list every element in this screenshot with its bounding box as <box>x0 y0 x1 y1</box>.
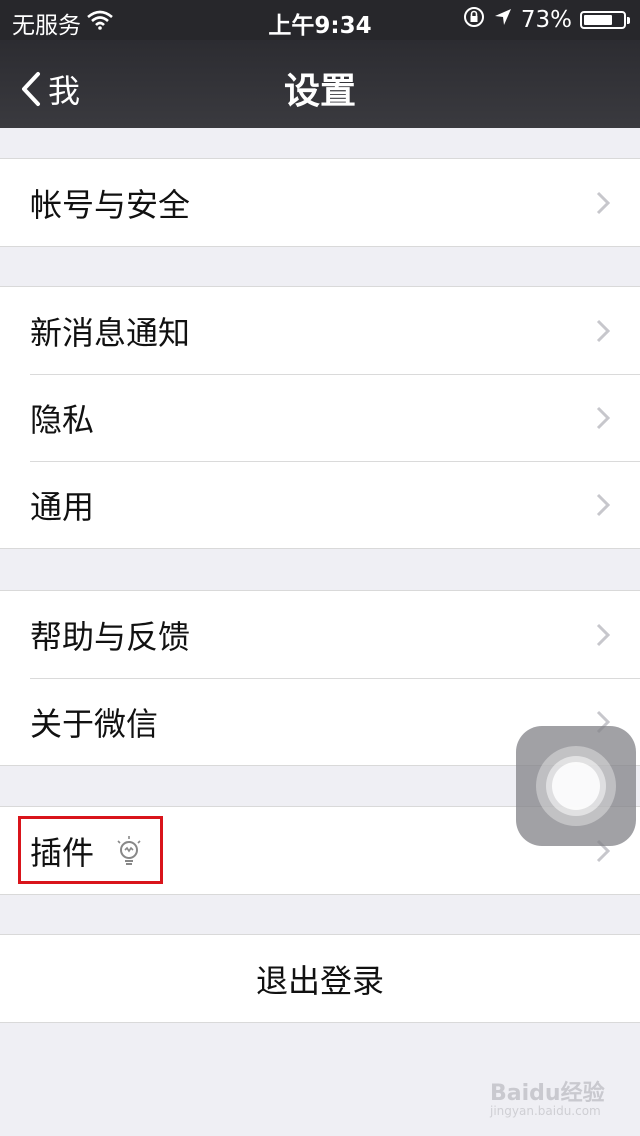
logout-button[interactable]: 退出登录 <box>0 935 640 1022</box>
rotation-lock-icon <box>463 6 485 34</box>
status-bar: 无服务 上午9:34 73% <box>0 0 640 40</box>
settings-group-account: 帐号与安全 <box>0 158 640 247</box>
item-label: 隐私 <box>30 400 95 439</box>
settings-group-general: 新消息通知 隐私 通用 <box>0 286 640 549</box>
assistive-touch-button[interactable] <box>516 726 636 846</box>
settings-item-notifications[interactable]: 新消息通知 <box>0 287 640 374</box>
item-label: 帐号与安全 <box>30 185 191 224</box>
chevron-right-icon <box>596 191 610 215</box>
battery-icon <box>580 11 630 29</box>
item-label: 帮助与反馈 <box>30 617 191 656</box>
chevron-right-icon <box>596 319 610 343</box>
settings-item-account-security[interactable]: 帐号与安全 <box>0 159 640 246</box>
status-right: 73% <box>463 6 630 34</box>
battery-fill <box>584 15 612 25</box>
watermark-url: jingyan.baidu.com <box>490 1104 601 1118</box>
logout-group: 退出登录 <box>0 934 640 1023</box>
item-label: 新消息通知 <box>30 313 191 352</box>
chevron-right-icon <box>596 623 610 647</box>
page-title: 设置 <box>283 71 356 112</box>
assistive-core <box>552 762 600 810</box>
item-label: 关于微信 <box>30 704 159 743</box>
watermark-logo: Baidu经验 <box>490 1081 605 1106</box>
battery-percent: 73% <box>520 7 572 33</box>
nav-bar: 我 设置 <box>0 40 640 128</box>
logout-label: 退出登录 <box>255 961 384 1000</box>
chevron-right-icon <box>596 493 610 517</box>
settings-item-privacy[interactable]: 隐私 <box>0 374 640 461</box>
chevron-right-icon <box>596 406 610 430</box>
highlight-box <box>18 816 163 884</box>
item-label: 通用 <box>30 487 95 526</box>
settings-item-help-feedback[interactable]: 帮助与反馈 <box>0 591 640 678</box>
settings-item-general[interactable]: 通用 <box>0 461 640 548</box>
location-arrow-icon <box>493 7 513 33</box>
